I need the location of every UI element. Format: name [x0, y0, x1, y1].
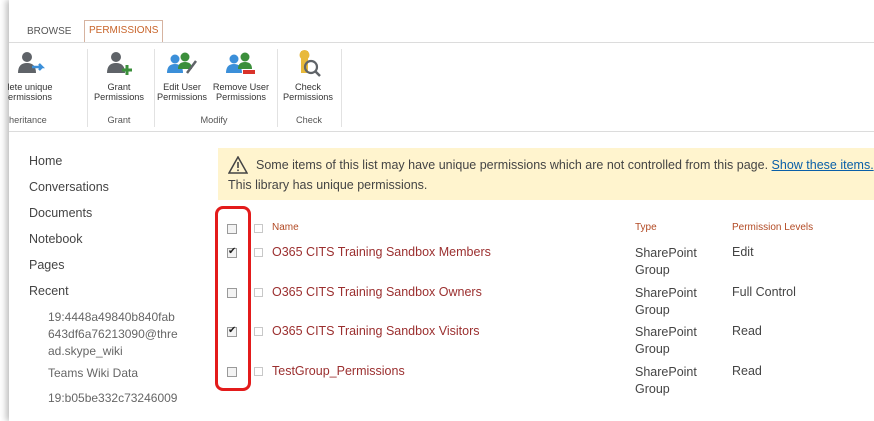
nav-item-notebook[interactable]: Notebook: [29, 232, 83, 246]
group-label-inheritance: heritance: [9, 115, 47, 125]
header-item-checkbox[interactable]: [254, 224, 263, 233]
permission-level: Read: [732, 364, 762, 378]
type-text: SharePoint: [635, 246, 697, 260]
group-divider: [87, 49, 88, 127]
button-label: Permissions: [282, 92, 334, 102]
permission-level: Edit: [732, 245, 754, 259]
button-label: Remove User: [212, 82, 270, 92]
check-permissions-icon: [299, 50, 321, 77]
group-label-check: Check: [295, 115, 323, 125]
remove-user-permissions-button[interactable]: Remove User Permissions: [208, 49, 274, 102]
nav-recent-text: ad.skype_wiki: [48, 344, 123, 358]
group-divider: [341, 49, 342, 127]
type-text: Group: [635, 382, 670, 396]
row-select-checkbox[interactable]: [227, 288, 237, 298]
nav-recent-item-teams-wiki[interactable]: Teams Wiki Data: [48, 365, 138, 382]
group-type: SharePoint Group: [635, 364, 715, 398]
group-label-modify: Modify: [200, 115, 228, 125]
group-name-link[interactable]: TestGroup_Permissions: [272, 364, 405, 378]
permission-level: Full Control: [732, 285, 796, 299]
nav-recent-text: 19:4448a49840b840fab: [48, 310, 175, 324]
row-select-checkbox[interactable]: [227, 367, 237, 377]
type-text: SharePoint: [635, 365, 697, 379]
row-item-checkbox[interactable]: [254, 327, 263, 336]
grant-permissions-icon: [107, 52, 132, 75]
warning-message: Some items of this list may have unique …: [256, 158, 874, 172]
show-these-items-link[interactable]: Show these items.: [772, 158, 874, 172]
button-label: Edit User: [163, 82, 201, 92]
warning-icon: [228, 156, 248, 174]
grant-permissions-button[interactable]: Grant Permissions: [89, 49, 149, 102]
nav-item-documents[interactable]: Documents: [29, 206, 92, 220]
group-name-link[interactable]: O365 CITS Training Sandbox Owners: [272, 285, 482, 299]
nav-recent-item-channel[interactable]: 19:b05be332c73246009: [48, 390, 177, 407]
button-label: Check: [294, 82, 322, 92]
type-text: SharePoint: [635, 286, 697, 300]
nav-item-conversations[interactable]: Conversations: [29, 180, 109, 194]
nav-recent-text: 643df6a76213090@thre: [48, 327, 178, 341]
row-select-checkbox[interactable]: [227, 246, 237, 258]
group-name-link[interactable]: O365 CITS Training Sandbox Visitors: [272, 324, 480, 338]
edit-user-permissions-icon: [167, 52, 197, 74]
row-select-checkbox[interactable]: [227, 325, 237, 337]
group-type: SharePoint Group: [635, 324, 715, 358]
group-type: SharePoint Group: [635, 245, 715, 279]
check-permissions-button[interactable]: Check Permissions: [279, 49, 337, 102]
warning-text: Some items of this list may have unique …: [256, 158, 769, 172]
group-type: SharePoint Group: [635, 285, 715, 319]
group-divider: [277, 49, 278, 127]
delete-unique-permissions-button[interactable]: lete unique ermissions: [5, 49, 55, 102]
delete-unique-permissions-icon: [18, 52, 45, 73]
button-label: lete unique: [7, 82, 53, 92]
tab-browse[interactable]: BROWSE: [27, 22, 71, 42]
group-name-link[interactable]: O365 CITS Training Sandbox Members: [272, 245, 491, 259]
nav-item-recent[interactable]: Recent: [29, 284, 69, 298]
column-header-type[interactable]: Type: [635, 222, 657, 233]
column-header-name[interactable]: Name: [272, 222, 299, 233]
tab-permissions[interactable]: PERMISSIONS: [84, 20, 164, 43]
permission-level: Read: [732, 324, 762, 338]
button-label: ermissions: [8, 92, 52, 102]
nav-item-home[interactable]: Home: [29, 154, 62, 168]
button-label: Permissions: [93, 92, 145, 102]
library-unique-permissions-text: This library has unique permissions.: [228, 178, 428, 192]
button-label: Permissions: [215, 92, 267, 102]
type-text: Group: [635, 263, 670, 277]
nav-item-pages[interactable]: Pages: [29, 258, 64, 272]
button-label: Grant: [107, 82, 131, 92]
unique-permissions-warning: Some items of this list may have unique …: [218, 148, 874, 200]
row-item-checkbox[interactable]: [254, 367, 263, 376]
nav-recent-item-skype-wiki[interactable]: 19:4448a49840b840fab 643df6a76213090@thr…: [48, 309, 178, 360]
group-label-grant: Grant: [107, 115, 131, 125]
type-text: Group: [635, 342, 670, 356]
select-all-checkbox[interactable]: [227, 224, 237, 234]
button-label: Permissions: [156, 92, 208, 102]
row-item-checkbox[interactable]: [254, 248, 263, 257]
row-item-checkbox[interactable]: [254, 288, 263, 297]
column-header-permission-levels[interactable]: Permission Levels: [732, 222, 813, 233]
edit-user-permissions-button[interactable]: Edit User Permissions: [153, 49, 211, 102]
remove-user-permissions-icon: [226, 52, 255, 74]
type-text: Group: [635, 303, 670, 317]
type-text: SharePoint: [635, 325, 697, 339]
ribbon: lete unique ermissions Grant Permissions…: [8, 42, 874, 132]
